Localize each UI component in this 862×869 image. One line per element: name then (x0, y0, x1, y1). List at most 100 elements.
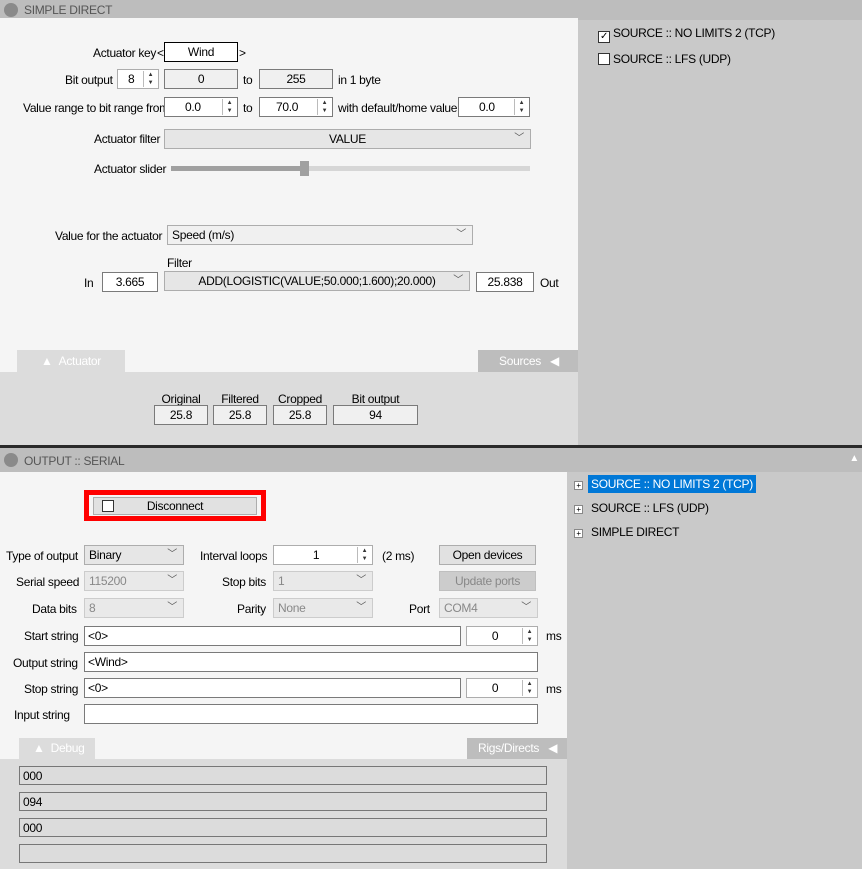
range-max-field: 255 (259, 69, 333, 89)
type-value: Binary (89, 548, 122, 562)
tab-rigs-directs[interactable]: Rigs/Directs ◀ (467, 738, 567, 759)
to-value: 70.0 (276, 100, 299, 114)
debug-line (19, 844, 547, 863)
port-label: Port (409, 602, 430, 616)
serial-speed-select[interactable]: 115200 ﹀ (84, 571, 184, 591)
parity-label: Parity (237, 602, 266, 616)
tab-actuator-label: Actuator (58, 354, 102, 368)
simple-direct-header: SIMPLE DIRECT (0, 0, 862, 20)
actuator-slider[interactable] (171, 161, 530, 176)
value-for-actuator-select[interactable]: Speed (m/s) ﹀ (167, 225, 473, 245)
start-ms-stepper[interactable]: 0 ▲ ▼ (466, 626, 538, 646)
tree-item[interactable]: + SIMPLE DIRECT (574, 522, 860, 546)
app-logo-icon (4, 3, 18, 17)
out-label: Out (540, 276, 559, 290)
type-of-output-label: Type of output (6, 549, 78, 563)
data-bits-label: Data bits (32, 602, 77, 616)
bit-output-stepper[interactable]: 8 ▲ ▼ (117, 69, 159, 89)
input-string-input[interactable] (84, 704, 538, 724)
start-string-input[interactable]: <0> (84, 626, 461, 646)
triangle-left-icon: ◀ (550, 354, 559, 368)
stop-string-label: Stop string (24, 682, 79, 696)
open-devices-button[interactable]: Open devices (439, 545, 536, 565)
interval-value: 1 (312, 548, 320, 562)
tree-item[interactable]: + SOURCE :: LFS (UDP) (574, 498, 860, 522)
port-value: COM4 (444, 601, 478, 615)
tree-item-label: SOURCE :: NO LIMITS 2 (TCP) (588, 475, 756, 493)
app-logo-icon (4, 453, 18, 467)
to-value-stepper[interactable]: 70.0 ▲ ▼ (259, 97, 333, 117)
output-string-input[interactable]: <Wind> (84, 652, 538, 672)
stop-bits-value: 1 (278, 574, 285, 588)
expand-plus-icon[interactable]: + (574, 481, 583, 490)
tree-item-label: SOURCE :: LFS (UDP) (591, 501, 709, 515)
checkbox-checked-icon[interactable]: ✓ (598, 31, 610, 43)
disconnect-label: Disconnect (146, 499, 204, 513)
from-value-stepper[interactable]: 0.0 ▲ ▼ (164, 97, 238, 117)
checkbox-icon[interactable] (102, 500, 114, 512)
panel-title: SIMPLE DIRECT (24, 3, 113, 17)
debug-area: 000 094 000 (0, 759, 567, 869)
actuator-key-field[interactable]: Wind (164, 42, 238, 62)
data-bits-select[interactable]: 8 ﹀ (84, 598, 184, 618)
source-check-1[interactable]: SOURCE :: LFS (UDP) (598, 52, 731, 66)
parity-select[interactable]: None ﹀ (273, 598, 373, 618)
actuator-key-label: Actuator key (93, 46, 157, 60)
value-range-label: Value range to bit range from (23, 101, 169, 115)
from-value: 0.0 (185, 100, 201, 114)
spin-arrows-icon[interactable]: ▲ ▼ (522, 628, 536, 644)
expand-plus-icon[interactable]: + (574, 529, 583, 538)
slider-thumb[interactable] (299, 161, 309, 176)
stop-ms: 0 (491, 681, 499, 695)
filter-expression-select[interactable]: ADD(LOGISTIC(VALUE;50.000;1.600);20.000)… (164, 271, 470, 291)
expand-plus-icon[interactable]: + (574, 505, 583, 514)
tree-item-label: SIMPLE DIRECT (591, 525, 680, 539)
stop-bits-select[interactable]: 1 ﹀ (273, 571, 373, 591)
tab-sources[interactable]: Sources ◀ (478, 350, 578, 372)
interval-loops-label: Interval loops (200, 549, 268, 563)
interval-loops-stepper[interactable]: 1 ▲ ▼ (273, 545, 373, 565)
spin-arrows-icon[interactable]: ▲ ▼ (514, 99, 528, 115)
spin-arrows-icon[interactable]: ▲ ▼ (317, 99, 331, 115)
readout-value: 25.8 (213, 405, 267, 425)
spin-arrows-icon[interactable]: ▲ ▼ (143, 71, 157, 87)
tab-debug[interactable]: ▲ Debug (19, 738, 95, 759)
chevron-down-icon: ﹀ (453, 275, 463, 286)
tree-item[interactable]: + SOURCE :: NO LIMITS 2 (TCP) (574, 474, 860, 498)
source-label: SOURCE :: LFS (UDP) (613, 52, 731, 66)
default-value: 0.0 (479, 100, 495, 114)
range-min-field: 0 (164, 69, 238, 89)
spin-arrows-icon[interactable]: ▲ ▼ (357, 547, 371, 563)
type-of-output-select[interactable]: Binary ﹀ (84, 545, 184, 565)
triangle-up-icon: ▲ (33, 741, 45, 755)
spin-arrows-icon[interactable]: ▲ ▼ (222, 99, 236, 115)
output-string-label: Output string (13, 656, 78, 670)
ms-label: ms (546, 682, 562, 696)
disconnect-button[interactable]: Disconnect (93, 497, 257, 515)
stop-string-input[interactable]: <0> (84, 678, 461, 698)
actuator-filter-select[interactable]: VALUE ﹀ (164, 129, 531, 149)
key-next-button[interactable]: > (239, 46, 246, 60)
triangle-left-icon: ◀ (548, 741, 558, 755)
tab-actuator[interactable]: ▲ Actuator (17, 350, 125, 372)
chevron-down-icon: ﹀ (167, 549, 177, 560)
port-select[interactable]: COM4 ﹀ (439, 598, 538, 618)
output-serial-panel: Disconnect Type of output Binary ﹀ Interv… (0, 472, 567, 760)
checkbox-icon[interactable] (598, 53, 610, 65)
spin-arrows-icon[interactable]: ▲ ▼ (522, 680, 536, 696)
readout-value: 25.8 (154, 405, 208, 425)
update-ports-button[interactable]: Update ports (439, 571, 536, 591)
readouts-area: Original 25.8 Filtered 25.8 Cropped 25.8 Bit o… (0, 372, 578, 446)
source-check-0[interactable]: ✓ SOURCE :: NO LIMITS 2 (TCP) (598, 26, 775, 43)
source-label: SOURCE :: NO LIMITS 2 (TCP) (613, 26, 775, 40)
readout-label: Bit output (351, 392, 400, 406)
triangle-up-icon[interactable]: ▲ (849, 453, 859, 464)
in-label: In (84, 276, 94, 290)
stop-ms-stepper[interactable]: 0 ▲ ▼ (466, 678, 538, 698)
readout-value: 94 (333, 405, 418, 425)
stop-bits-label: Stop bits (222, 575, 266, 589)
chevron-down-icon: ﹀ (167, 602, 177, 613)
default-value-stepper[interactable]: 0.0 ▲ ▼ (458, 97, 530, 117)
rigs-tree: + SOURCE :: NO LIMITS 2 (TCP) + SOURCE :: … (574, 474, 860, 546)
key-prev-button[interactable]: < (157, 46, 164, 60)
